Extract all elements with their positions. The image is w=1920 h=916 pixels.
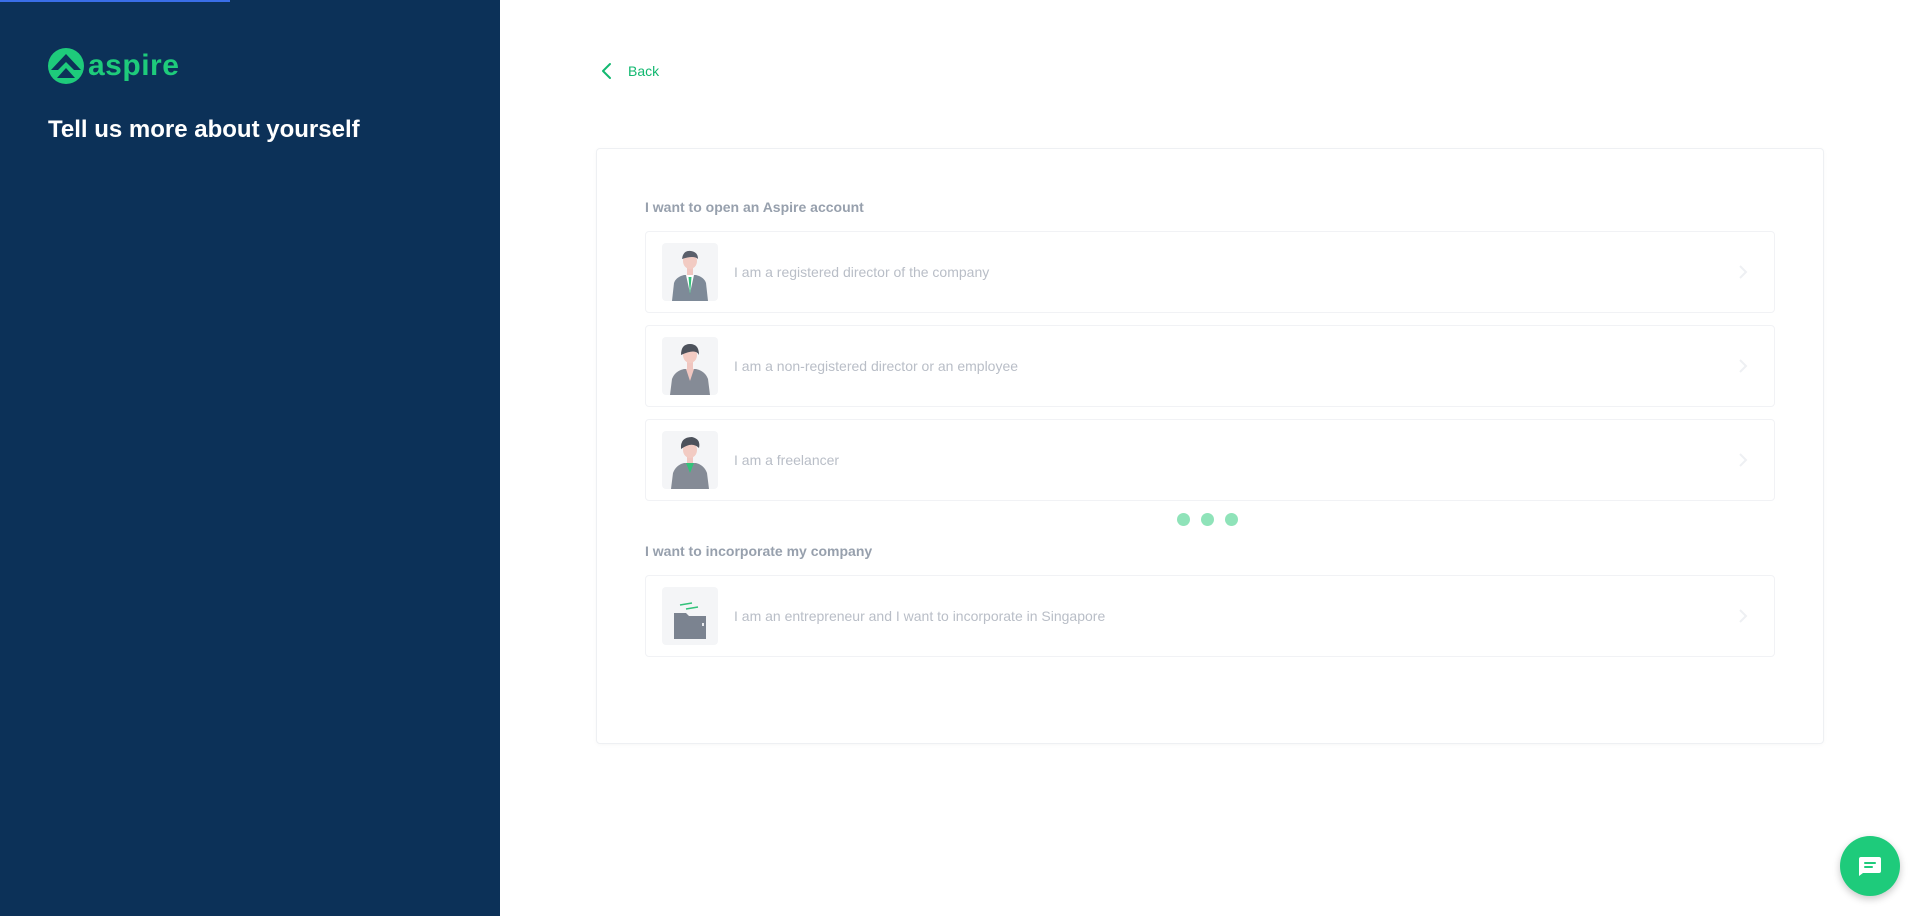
page-title: Tell us more about yourself: [48, 116, 360, 143]
aspire-logo-icon: [48, 48, 84, 84]
chevron-left-icon: [602, 63, 611, 79]
sidebar: aspire Tell us more about yourself: [0, 0, 500, 916]
back-label: Back: [628, 63, 660, 79]
loading-dot: [1177, 513, 1190, 526]
option-entrepreneur-incorporate[interactable]: I am an entrepreneur and I want to incor…: [645, 575, 1775, 657]
role-selection-card: I want to open an Aspire account I am a …: [596, 148, 1824, 744]
brand-logo: aspire: [48, 48, 179, 84]
chat-icon: [1859, 857, 1881, 876]
freelancer-avatar-icon: [662, 431, 718, 489]
section-title-incorporate: I want to incorporate my company: [645, 543, 873, 559]
option-label: I am a freelancer: [734, 452, 840, 468]
progress-bar: [0, 0, 230, 2]
chevron-right-icon: [1739, 453, 1748, 467]
option-non-registered-director[interactable]: I am a non-registered director or an emp…: [645, 325, 1775, 407]
back-button[interactable]: Back: [600, 62, 659, 80]
chevron-right-icon: [1739, 609, 1748, 623]
chat-button[interactable]: [1840, 836, 1900, 896]
section-title-open-account: I want to open an Aspire account: [645, 199, 864, 215]
registered-director-avatar-icon: [662, 243, 718, 301]
option-label: I am a non-registered director or an emp…: [734, 358, 1019, 374]
option-label: I am a registered director of the compan…: [734, 264, 990, 280]
chevron-right-icon: [1739, 265, 1748, 279]
option-label: I am an entrepreneur and I want to incor…: [734, 608, 1106, 624]
loading-dot: [1225, 513, 1238, 526]
option-freelancer[interactable]: I am a freelancer: [645, 419, 1775, 501]
option-registered-director[interactable]: I am a registered director of the compan…: [645, 231, 1775, 313]
folder-incorporate-icon: [662, 587, 718, 645]
brand-name: aspire: [88, 49, 180, 82]
chevron-right-icon: [1739, 359, 1748, 373]
loading-dot: [1201, 513, 1214, 526]
employee-avatar-icon: [662, 337, 718, 395]
loading-indicator: [1177, 513, 1238, 526]
